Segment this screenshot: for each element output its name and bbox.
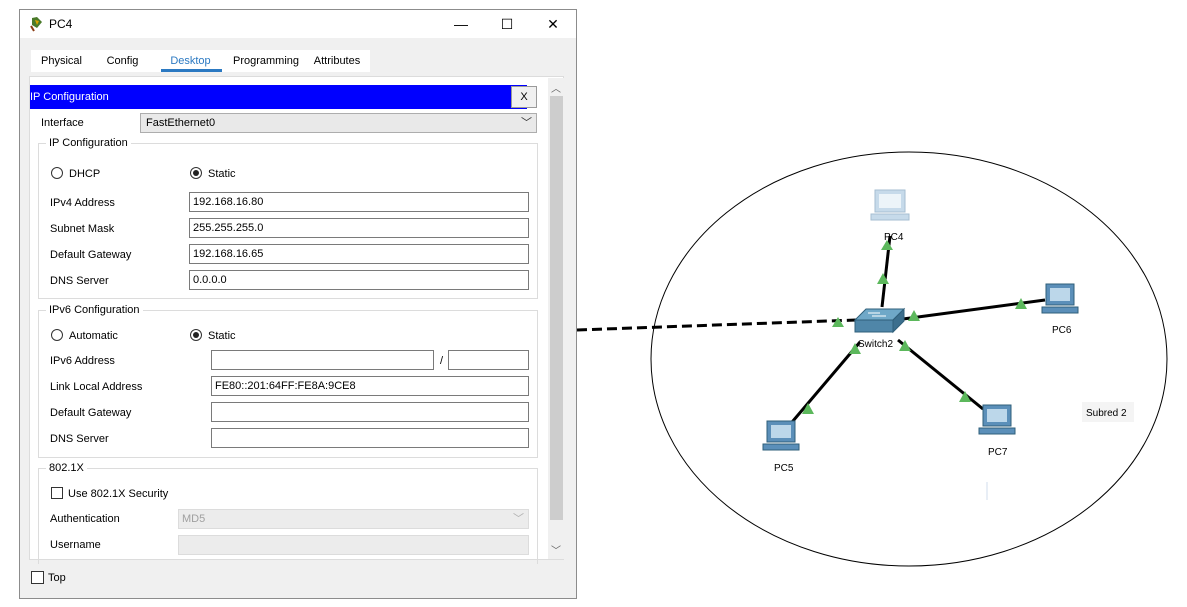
chevron-down-icon: ﹀ [521,117,532,129]
dot1x-group-title: 802.1X [46,462,87,474]
scroll-up-arrow-icon[interactable]: ︿ [548,80,564,95]
dns-server-input[interactable]: 0.0.0.0 [189,270,529,290]
packet-tracer-pc-icon [30,17,42,32]
ip-configuration-header: IP Configuration [30,85,527,109]
interface-select-value: FastEthernet0 [146,117,216,129]
use-dot1x-checkbox[interactable] [51,487,63,499]
subnet-mask-label: Subnet Mask [50,223,115,235]
dhcp-label: DHCP [69,168,101,180]
pc7-icon[interactable] [978,404,1016,435]
ipv6-dns-server-input[interactable] [211,428,529,448]
maximize-icon: ☐ [500,16,514,32]
scrollbar-thumb[interactable] [550,96,563,520]
ipv6-address-input[interactable] [211,350,434,370]
default-gateway-input[interactable]: 192.168.16.65 [189,244,529,264]
close-button[interactable]: ✕ [530,10,576,38]
interface-label: Interface [41,117,84,129]
tab-strip: Physical Config Desktop Programming Attr… [31,50,370,72]
top-label: Top [48,572,66,584]
ipv6-static-label: Static [208,330,236,342]
ipv6-static-radio[interactable] [190,329,202,341]
tab-attributes[interactable]: Attributes [304,50,370,72]
chevron-down-icon: ﹀ [513,513,524,525]
pc4-config-window: PC4 — ☐ ✕ Physical Config Desktop Progra… [19,9,577,599]
minimize-button[interactable]: — [438,10,484,38]
pc4-label: PC4 [884,232,904,243]
ipv6-address-label: IPv6 Address [50,355,115,367]
vertical-scrollbar[interactable]: ︿ ﹀ [548,78,564,559]
pc5-label: PC5 [774,463,794,474]
switch2-label: Switch2 [858,339,893,350]
ipv6-group-title: IPv6 Configuration [46,304,143,316]
authentication-select: MD5 ﹀ [178,509,529,529]
window-title: PC4 [49,17,73,31]
dns-server-label: DNS Server [50,275,109,287]
ipv4-group-title: IP Configuration [46,137,131,149]
minimize-icon: — [454,16,468,32]
use-dot1x-label: Use 802.1X Security [68,488,169,500]
static-label: Static [208,168,236,180]
active-tab-indicator [161,69,222,72]
link-status-indicators [802,240,1027,414]
pc6-icon[interactable] [1041,283,1079,314]
tab-programming[interactable]: Programming [228,50,304,72]
authentication-value: MD5 [182,513,206,525]
ipv4-address-label: IPv4 Address [50,197,115,209]
authentication-label: Authentication [50,513,120,525]
dhcp-radio[interactable] [51,167,63,179]
cable-switch2-pc6[interactable] [902,298,1046,321]
pc6-label: PC6 [1052,325,1072,336]
static-radio[interactable] [190,167,202,179]
top-checkbox[interactable] [31,571,44,584]
username-label: Username [50,539,101,551]
subnet-mask-input[interactable]: 255.255.255.0 [189,218,529,238]
pc5-icon[interactable] [762,420,800,451]
link-up-icon [877,273,889,284]
cable-switch2-pc5[interactable] [785,341,862,429]
interface-select[interactable]: FastEthernet0 ﹀ [140,113,537,133]
close-icon: ✕ [547,16,559,32]
text-cursor-icon [986,482,988,500]
prefix-separator: / [440,355,444,367]
cable-switch2-pc7[interactable] [897,338,984,411]
ipv6-automatic-radio[interactable] [51,329,63,341]
ipv6-default-gateway-input[interactable] [211,402,529,422]
pc4-icon[interactable] [870,189,910,221]
tab-bar: Physical Config Desktop Programming Attr… [20,38,576,75]
tab-config[interactable]: Config [92,50,153,72]
ipv6-default-gateway-label: Default Gateway [50,407,132,419]
subnet-label[interactable]: Subred 2 [1086,408,1127,419]
username-input [178,535,529,555]
default-gateway-label: Default Gateway [50,249,132,261]
ipv6-prefix-input[interactable] [448,350,529,370]
link-local-address-input[interactable]: FE80::201:64FF:FE8A:9CE8 [211,376,529,396]
network-topology-canvas[interactable]: Switch2 PC4 PC6 PC5 PC7 Subred 2 [577,0,1187,607]
pc7-label: PC7 [988,447,1008,458]
ipv4-address-input[interactable]: 192.168.16.80 [189,192,529,212]
ipv6-automatic-label: Automatic [69,330,118,342]
title-bar[interactable]: PC4 — ☐ ✕ [20,10,576,38]
ip-configuration-title: IP Configuration [30,91,109,103]
maximize-button[interactable]: ☐ [484,10,530,38]
uplink-dashed-cable[interactable] [577,318,857,332]
ip-configuration-close-button[interactable]: X [511,86,537,108]
tab-physical[interactable]: Physical [31,50,92,72]
scroll-down-arrow-icon[interactable]: ﹀ [548,542,564,557]
ipv6-dns-server-label: DNS Server [50,433,109,445]
link-local-address-label: Link Local Address [50,381,143,393]
switch2-icon[interactable] [853,307,906,334]
